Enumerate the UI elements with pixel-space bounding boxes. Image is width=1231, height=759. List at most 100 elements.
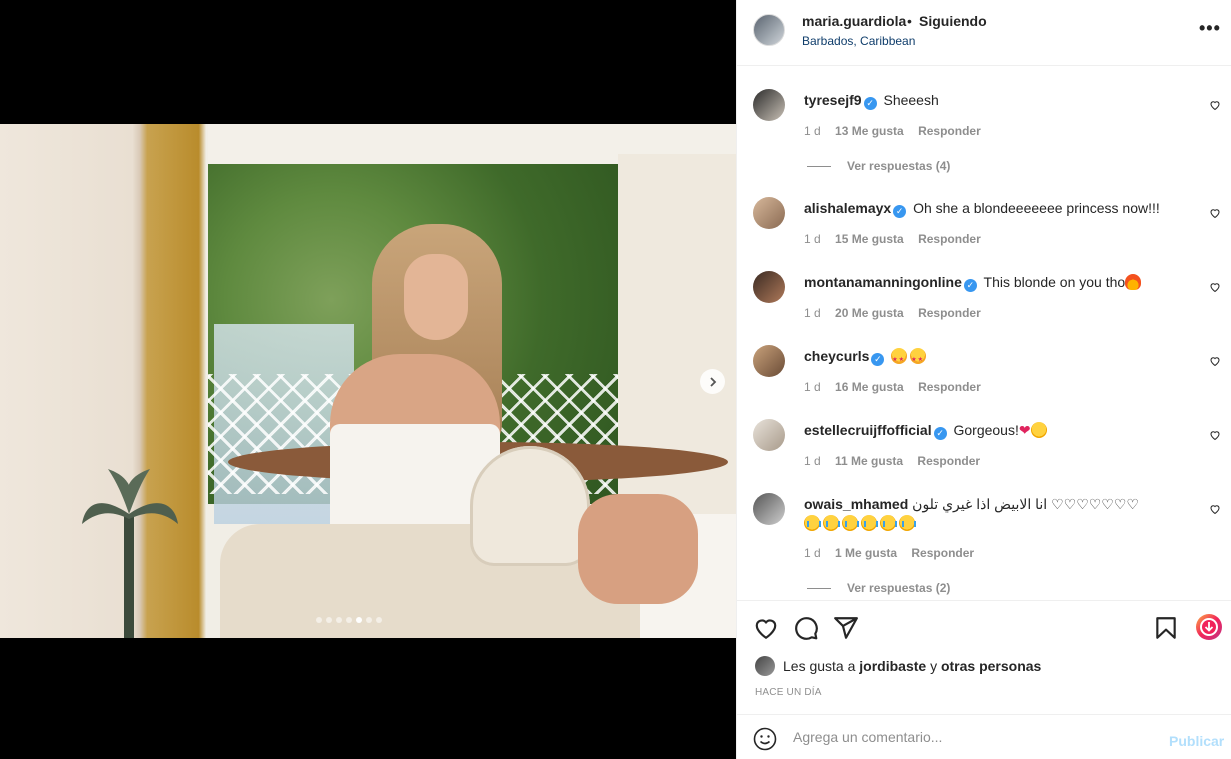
crying-emoji-icon bbox=[823, 515, 840, 531]
comment-like-heart-icon[interactable] bbox=[1209, 99, 1221, 111]
comment-meta: 1 d 20 Me gusta Responder bbox=[804, 306, 992, 320]
comment-meta: 1 d 16 Me gusta Responder bbox=[804, 380, 992, 394]
reply-button[interactable]: Responder bbox=[918, 306, 981, 320]
post-location[interactable]: Barbados, Caribbean bbox=[802, 34, 915, 48]
chevron-right-icon bbox=[709, 376, 716, 387]
author-avatar[interactable] bbox=[753, 14, 785, 46]
commenter-avatar[interactable] bbox=[753, 419, 785, 451]
publish-comment-button[interactable]: Publicar bbox=[1169, 733, 1224, 749]
download-extension-icon[interactable] bbox=[1195, 613, 1223, 641]
liker-username[interactable]: jordibaste bbox=[859, 658, 926, 674]
comment-text-line: cheycurls ✓ bbox=[804, 347, 1194, 370]
comment-meta: 1 d 1 Me gusta Responder bbox=[804, 546, 985, 560]
comment-bubble-icon[interactable] bbox=[793, 615, 819, 641]
reply-button[interactable]: Responder bbox=[917, 454, 980, 468]
comment-like-heart-icon[interactable] bbox=[1209, 503, 1221, 515]
liker-avatar[interactable] bbox=[755, 656, 775, 676]
replies-divider bbox=[807, 165, 831, 167]
add-comment-bar: Publicar bbox=[737, 714, 1231, 759]
replies-divider bbox=[807, 587, 831, 589]
carousel-dot bbox=[376, 617, 382, 623]
comment-text-line: estellecruijffofficial ✓ Gorgeous!❤ bbox=[804, 421, 1194, 440]
comment-like-heart-icon[interactable] bbox=[1209, 207, 1221, 219]
author-username[interactable]: maria.guardiola bbox=[802, 13, 906, 29]
comment-time: 1 d bbox=[804, 306, 821, 320]
crying-emoji-icon bbox=[804, 515, 821, 531]
star-struck-emoji-icon bbox=[891, 348, 908, 370]
commenter-avatar[interactable] bbox=[753, 345, 785, 377]
commenter-avatar[interactable] bbox=[753, 271, 785, 303]
verified-badge-icon: ✓ bbox=[863, 97, 877, 110]
comment-text-line: owais_mhamed انا الابيض اذا غيري تلون ♡♡… bbox=[804, 495, 1194, 533]
more-options-icon[interactable]: ••• bbox=[1199, 18, 1221, 39]
carousel-indicator bbox=[316, 617, 382, 623]
view-replies-label: Ver respuestas (2) bbox=[847, 581, 951, 595]
comment-time: 1 d bbox=[804, 232, 821, 246]
carousel-next-button[interactable] bbox=[700, 369, 725, 394]
reply-button[interactable]: Responder bbox=[918, 232, 981, 246]
reply-button[interactable]: Responder bbox=[911, 546, 974, 560]
comment-like-heart-icon[interactable] bbox=[1209, 355, 1221, 367]
verified-badge-icon: ✓ bbox=[871, 353, 885, 366]
comment-time: 1 d bbox=[804, 124, 821, 138]
comment-like-heart-icon[interactable] bbox=[1209, 429, 1221, 441]
comment-likes[interactable]: 13 Me gusta bbox=[835, 124, 904, 138]
comment-like-heart-icon[interactable] bbox=[1209, 281, 1221, 293]
comment-meta: 1 d 11 Me gusta Responder bbox=[804, 454, 991, 468]
commenter-username[interactable]: alishalemayx bbox=[804, 200, 891, 216]
comment-likes[interactable]: 20 Me gusta bbox=[835, 306, 904, 320]
verified-badge-icon: ✓ bbox=[893, 205, 907, 218]
commenter-username[interactable]: owais_mhamed bbox=[804, 496, 908, 512]
commenter-username[interactable]: cheycurls bbox=[804, 348, 869, 364]
comment-text: Oh she a blondeeeeeee princess now!!! bbox=[913, 200, 1160, 216]
photo-shell bbox=[470, 446, 590, 566]
comment-text: انا الابيض اذا غيري تلون bbox=[912, 496, 1048, 512]
post-photo[interactable] bbox=[0, 124, 736, 638]
comment-hearts: ♡♡♡♡♡♡♡ bbox=[1051, 496, 1139, 512]
photo-hand bbox=[578, 494, 698, 604]
carousel-dot bbox=[336, 617, 342, 623]
red-heart-emoji-icon: ❤ bbox=[1018, 422, 1031, 438]
view-replies-label: Ver respuestas (4) bbox=[847, 159, 951, 173]
commenter-avatar[interactable] bbox=[753, 197, 785, 229]
comment-meta: 1 d 13 Me gusta Responder bbox=[804, 124, 992, 138]
comment-likes[interactable]: 16 Me gusta bbox=[835, 380, 904, 394]
emoji-picker-icon[interactable] bbox=[753, 727, 777, 751]
like-heart-icon[interactable] bbox=[753, 615, 779, 641]
commenter-avatar[interactable] bbox=[753, 89, 785, 121]
comment-time: 1 d bbox=[804, 380, 821, 394]
comment-input[interactable] bbox=[793, 727, 1153, 747]
comment-text-line: alishalemayx ✓ Oh she a blondeeeeeee prin… bbox=[804, 199, 1194, 218]
reply-button[interactable]: Responder bbox=[918, 380, 981, 394]
comment-likes[interactable]: 15 Me gusta bbox=[835, 232, 904, 246]
comment-meta: 1 d 15 Me gusta Responder bbox=[804, 232, 992, 246]
carousel-dot bbox=[356, 617, 362, 623]
crying-emoji-icon bbox=[899, 515, 916, 531]
follow-status-button[interactable]: Siguiendo bbox=[919, 13, 987, 29]
header-separator: • bbox=[907, 13, 912, 29]
view-replies-button[interactable]: Ver respuestas (4) bbox=[807, 159, 950, 173]
save-bookmark-icon[interactable] bbox=[1153, 615, 1179, 641]
photo-person-face bbox=[404, 254, 468, 340]
crying-emoji-icon bbox=[861, 515, 878, 531]
crying-emoji-icon bbox=[880, 515, 897, 531]
reply-button[interactable]: Responder bbox=[918, 124, 981, 138]
verified-badge-icon: ✓ bbox=[933, 427, 947, 440]
commenter-username[interactable]: estellecruijffofficial bbox=[804, 422, 932, 438]
commenter-avatar[interactable] bbox=[753, 493, 785, 525]
comment-likes[interactable]: 1 Me gusta bbox=[835, 546, 897, 560]
comment-likes[interactable]: 11 Me gusta bbox=[835, 454, 903, 468]
share-paper-plane-icon[interactable] bbox=[833, 615, 859, 641]
commenter-username[interactable]: tyresejf9 bbox=[804, 92, 862, 108]
post-detail-panel: maria.guardiola • Siguiendo Barbados, Ca… bbox=[736, 0, 1231, 759]
comment-time: 1 d bbox=[804, 546, 821, 560]
star-struck-emoji-icon bbox=[910, 348, 927, 370]
view-replies-button[interactable]: Ver respuestas (2) bbox=[807, 581, 950, 595]
post-header: maria.guardiola • Siguiendo Barbados, Ca… bbox=[737, 0, 1231, 66]
post-actions-bar bbox=[737, 600, 1231, 652]
commenter-username[interactable]: montanamanningonline bbox=[804, 274, 962, 290]
likes-prefix: Les gusta a bbox=[783, 658, 856, 674]
comment-text: This blonde on you tho bbox=[983, 274, 1126, 290]
other-likers-link[interactable]: otras personas bbox=[941, 658, 1041, 674]
post-timestamp[interactable]: HACE UN DÍA bbox=[755, 687, 822, 698]
